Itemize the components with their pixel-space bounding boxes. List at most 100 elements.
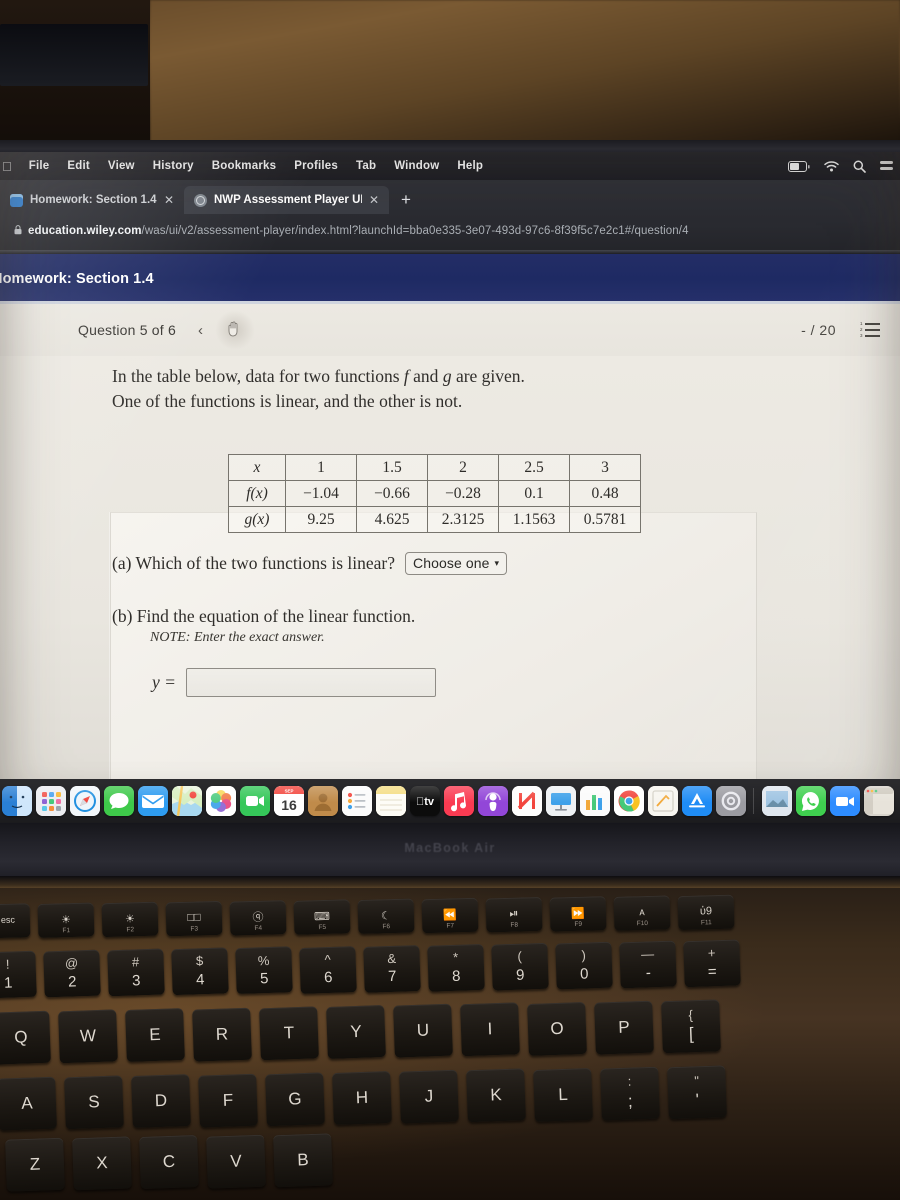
key-j[interactable]: J — [399, 1069, 459, 1124]
key-v[interactable]: V — [206, 1134, 266, 1189]
browser-tab-homework[interactable]: Homework: Section 1.4 ✕ — [0, 186, 184, 214]
browser-address-bar[interactable]: education.wiley.com/was/ui/v2/assessment… — [0, 216, 900, 246]
key-f8[interactable]: ⏯ F8 — [485, 896, 543, 933]
wifi-icon[interactable] — [824, 160, 839, 172]
dock-icon-reminders[interactable] — [342, 786, 372, 816]
key-s[interactable]: S — [64, 1075, 124, 1130]
next-question-button[interactable]: › — [214, 310, 255, 350]
key-f[interactable]: F — [198, 1073, 258, 1128]
dock-icon-maps[interactable] — [172, 786, 202, 816]
dock-icon-keynote[interactable] — [546, 786, 576, 816]
previous-question-button[interactable]: ‹ — [192, 320, 209, 341]
dock-icon-mail[interactable] — [138, 786, 168, 816]
key-semicolon[interactable]: :; — [600, 1066, 660, 1121]
key-f2[interactable]: ☀ F2 — [101, 901, 159, 938]
key-2[interactable]: @2 — [43, 949, 101, 998]
key-5[interactable]: % 5 — [235, 946, 293, 995]
key-f4[interactable]: ⓠ F4 — [229, 900, 287, 936]
key-t[interactable]: T — [259, 1006, 319, 1061]
key-g[interactable]: G — [265, 1072, 325, 1127]
dock-icon-preview[interactable] — [762, 786, 792, 816]
dock-icon-facetime[interactable] — [240, 786, 270, 816]
dock-icon-zoom[interactable] — [830, 786, 860, 816]
key-e[interactable]: E — [125, 1008, 185, 1063]
menu-history[interactable]: History — [144, 160, 203, 172]
dock-icon-chrome[interactable] — [614, 786, 644, 816]
key-6[interactable]: ^ 6 — [299, 945, 357, 994]
dock-icon-notes[interactable] — [376, 786, 406, 816]
key--[interactable]: — - — [619, 940, 677, 989]
dock-icon-finder-window[interactable] — [864, 786, 894, 816]
dock-icon-freeform[interactable] — [648, 786, 678, 816]
key-k[interactable]: K — [466, 1068, 526, 1123]
dock-icon-music[interactable] — [444, 786, 474, 816]
key-c[interactable]: C — [139, 1135, 199, 1190]
dock-icon-app-store[interactable] — [682, 786, 712, 816]
key-p[interactable]: P — [594, 1000, 654, 1055]
battery-icon[interactable] — [788, 160, 810, 172]
dock-icon-calendar[interactable]: 16SEP — [274, 786, 304, 816]
key-h[interactable]: H — [332, 1071, 392, 1125]
key-1[interactable]: ! 1 — [0, 950, 37, 999]
dock-icon-news[interactable] — [512, 786, 542, 816]
tab-close-icon-assessment[interactable]: ✕ — [369, 193, 379, 207]
key-f6[interactable]: ☾ F6 — [357, 898, 415, 935]
key-7[interactable]: & 7 — [363, 944, 421, 993]
dock-icon-system-settings[interactable] — [716, 786, 746, 816]
key-9[interactable]: (9 — [491, 942, 549, 991]
dock-icon-finder[interactable] — [2, 786, 32, 816]
key-o[interactable]: O — [527, 1001, 587, 1056]
key-f5[interactable]: ⌨ F5 — [293, 899, 351, 935]
key-d[interactable]: D — [131, 1074, 191, 1129]
menu-tab[interactable]: Tab — [347, 160, 385, 172]
key-0[interactable]: ) 0 — [555, 941, 613, 990]
menu-window[interactable]: Window — [385, 160, 448, 172]
dock-icon-contacts[interactable] — [308, 786, 338, 816]
dock-icon-messages[interactable] — [104, 786, 134, 816]
key-b[interactable]: B — [273, 1133, 333, 1188]
key-4[interactable]: $4 — [171, 947, 229, 996]
key-x[interactable]: X — [72, 1136, 132, 1191]
dock-icon-photos[interactable] — [206, 786, 236, 816]
key-z[interactable]: Z — [5, 1137, 65, 1192]
tab-close-icon-homework[interactable]: ✕ — [164, 193, 174, 207]
control-center-icon[interactable] — [880, 160, 894, 172]
key-8[interactable]: * 8 — [427, 943, 485, 992]
dock-icon-safari[interactable] — [70, 786, 100, 816]
menu-view[interactable]: View — [99, 160, 144, 172]
apple-menu-icon[interactable]:  — [0, 159, 20, 174]
key-q[interactable]: Q — [0, 1010, 51, 1065]
key-y[interactable]: Y — [326, 1005, 386, 1059]
key-l[interactable]: L — [533, 1067, 593, 1122]
key-quote[interactable]: " ' — [667, 1065, 727, 1120]
key-=[interactable]: + = — [683, 939, 741, 988]
numbered-list-icon[interactable]: 1 2 3 — [860, 321, 880, 338]
key-f9[interactable]: ⏩ F9 — [549, 896, 607, 932]
menu-bookmarks[interactable]: Bookmarks — [203, 160, 285, 172]
key-f7[interactable]: ⏪ F7 — [421, 897, 479, 934]
key-esc[interactable]: esc — [0, 903, 31, 939]
key-3[interactable]: #3 — [107, 948, 165, 997]
dock-icon-podcasts[interactable] — [478, 786, 508, 816]
key-u[interactable]: U — [393, 1003, 453, 1058]
key-a[interactable]: A — [0, 1076, 57, 1131]
browser-tab-assessment-player[interactable]: NWP Assessment Player UI Ap ✕ — [184, 186, 389, 214]
menu-profiles[interactable]: Profiles — [285, 160, 347, 172]
key-{[interactable]: {[ — [661, 999, 721, 1054]
key-f1[interactable]: ☀ F1 — [37, 902, 95, 938]
spotlight-search-icon[interactable] — [853, 160, 866, 173]
dock-icon-launchpad[interactable] — [36, 786, 66, 816]
dock-icon-appletv[interactable]: tv — [410, 786, 440, 816]
dock-icon-numbers[interactable] — [580, 786, 610, 816]
menu-file[interactable]: File — [20, 160, 59, 172]
choose-one-dropdown[interactable]: Choose one ▾ — [405, 552, 508, 575]
key-w[interactable]: W — [58, 1009, 118, 1064]
new-tab-button[interactable]: + — [389, 186, 423, 214]
key-f11[interactable]: ὐ9 F11 — [677, 894, 735, 931]
menu-edit[interactable]: Edit — [58, 160, 99, 172]
key-i[interactable]: I — [460, 1002, 520, 1057]
menu-help[interactable]: Help — [448, 160, 492, 172]
answer-input[interactable] — [185, 668, 436, 697]
dock-icon-whatsapp[interactable] — [796, 786, 826, 816]
key-r[interactable]: R — [192, 1007, 252, 1062]
